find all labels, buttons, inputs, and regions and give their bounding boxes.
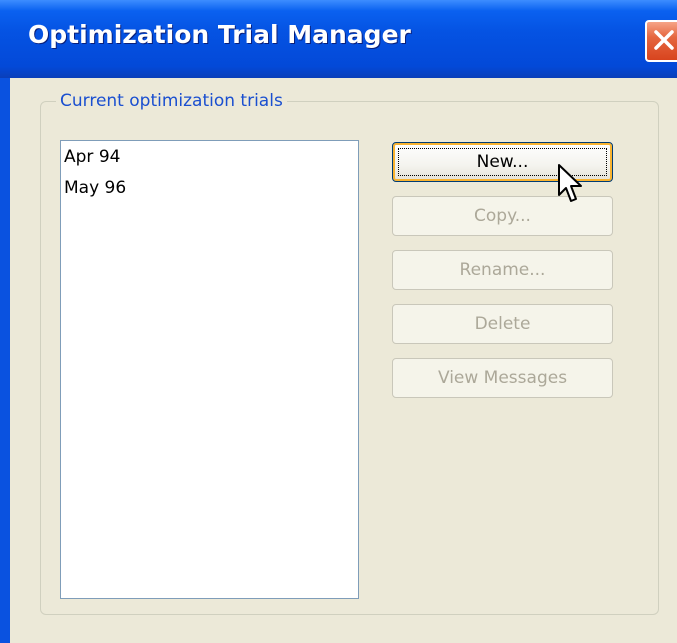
new-button-label: New... [476, 152, 529, 172]
view-messages-button[interactable]: View Messages [392, 358, 613, 398]
title-bar[interactable]: Optimization Trial Manager [0, 0, 677, 78]
trials-listbox[interactable]: Apr 94 May 96 [60, 140, 359, 599]
copy-button-label: Copy... [474, 206, 531, 226]
close-icon [654, 30, 674, 50]
rename-button[interactable]: Rename... [392, 250, 613, 290]
group-legend: Current optimization trials [56, 91, 287, 111]
list-item[interactable]: May 96 [64, 178, 126, 198]
window-title: Optimization Trial Manager [28, 20, 411, 49]
close-button[interactable] [645, 20, 677, 62]
rename-button-label: Rename... [459, 260, 546, 280]
view-messages-button-label: View Messages [437, 368, 568, 388]
delete-button[interactable]: Delete [392, 304, 613, 344]
list-item[interactable]: Apr 94 [64, 147, 120, 167]
delete-button-label: Delete [474, 314, 531, 334]
mouse-cursor-icon [558, 164, 582, 202]
